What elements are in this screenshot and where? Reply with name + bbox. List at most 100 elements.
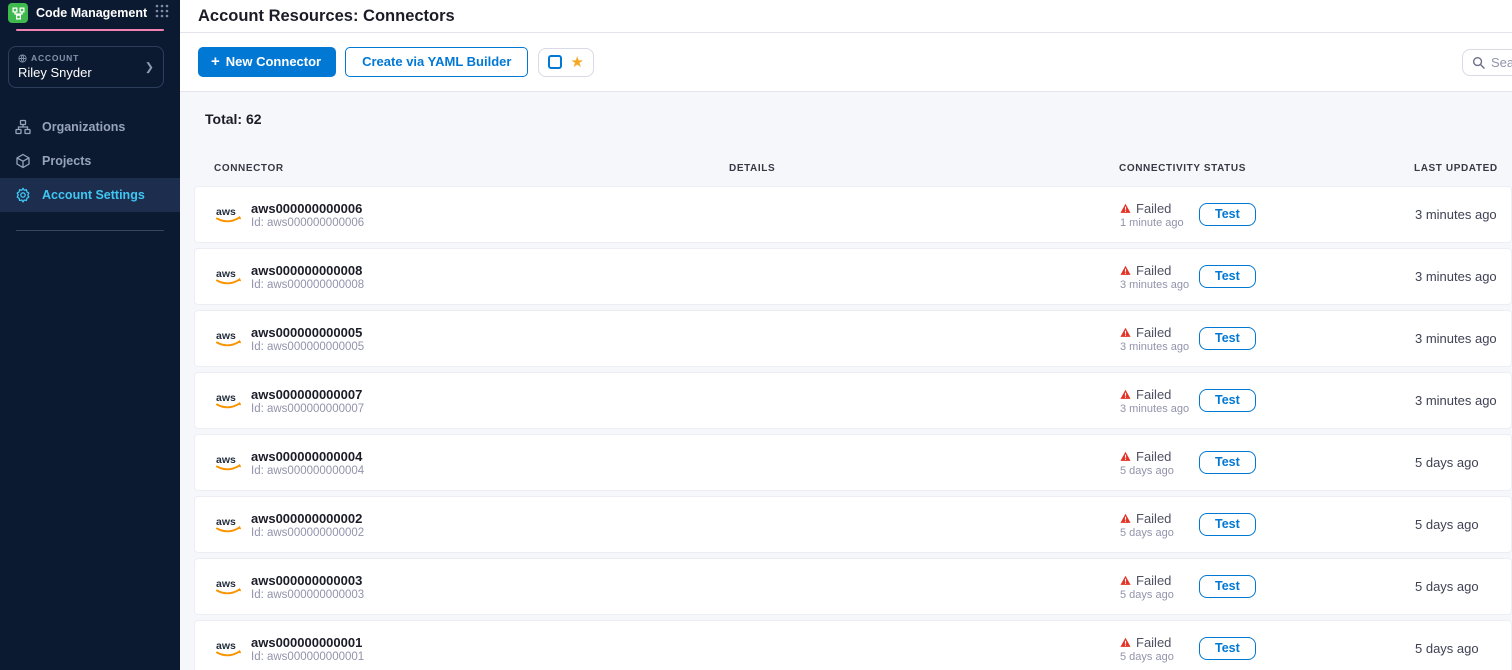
page-title: Account Resources: Connectors xyxy=(198,7,455,26)
total-count: Total: 62 xyxy=(205,111,1512,127)
table-row[interactable]: aws aws000000000003 Id: aws000000000003 … xyxy=(194,558,1512,615)
last-updated-text: 3 minutes ago xyxy=(1415,269,1511,284)
status-text: Failed xyxy=(1136,387,1171,402)
sidebar-item-label: Account Settings xyxy=(42,188,145,202)
test-connection-button[interactable]: Test xyxy=(1199,451,1256,474)
search-input[interactable] xyxy=(1491,55,1512,70)
table-row[interactable]: aws aws000000000005 Id: aws000000000005 … xyxy=(194,310,1512,367)
sidebar-item-label: Organizations xyxy=(42,120,125,134)
table-row[interactable]: aws aws000000000004 Id: aws000000000004 … xyxy=(194,434,1512,491)
last-updated-text: 5 days ago xyxy=(1415,455,1511,470)
connector-id: Id: aws000000000008 xyxy=(251,279,364,291)
connector-text: aws000000000007 Id: aws000000000007 xyxy=(251,387,364,415)
table-row[interactable]: aws aws000000000001 Id: aws000000000001 … xyxy=(194,620,1512,670)
status-time: 3 minutes ago xyxy=(1120,279,1199,291)
connector-name: aws000000000006 xyxy=(251,201,364,216)
account-name: Riley Snyder xyxy=(18,65,154,80)
globe-icon xyxy=(18,54,27,63)
test-connection-button[interactable]: Test xyxy=(1199,265,1256,288)
sidebar-item-projects[interactable]: Projects xyxy=(0,144,180,178)
test-connection-button[interactable]: Test xyxy=(1199,327,1256,350)
connector-cell: aws aws000000000002 Id: aws000000000002 xyxy=(195,511,730,539)
connectivity-status-cell: Failed 5 days ago Test xyxy=(1120,511,1415,539)
status-stack: Failed 5 days ago xyxy=(1120,511,1199,539)
table-row[interactable]: aws aws000000000006 Id: aws000000000006 … xyxy=(194,186,1512,243)
failed-warning-icon xyxy=(1120,265,1131,276)
sidebar-item-account-settings[interactable]: Account Settings xyxy=(0,178,180,212)
last-updated-text: 5 days ago xyxy=(1415,579,1511,594)
failed-warning-icon xyxy=(1120,451,1131,462)
aws-logo-icon: aws xyxy=(215,639,242,659)
svg-text:aws: aws xyxy=(216,516,236,528)
last-updated-text: 3 minutes ago xyxy=(1415,393,1511,408)
status-stack: Failed 3 minutes ago xyxy=(1120,325,1199,353)
status-time: 5 days ago xyxy=(1120,651,1199,663)
star-icon[interactable]: ★ xyxy=(570,55,583,70)
connector-name: aws000000000004 xyxy=(251,449,364,464)
last-updated-text: 5 days ago xyxy=(1415,517,1511,532)
table-row[interactable]: aws aws000000000008 Id: aws000000000008 … xyxy=(194,248,1512,305)
aws-logo-icon: aws xyxy=(215,329,242,349)
connectivity-status-cell: Failed 1 minute ago Test xyxy=(1120,201,1415,229)
connector-text: aws000000000005 Id: aws000000000005 xyxy=(251,325,364,353)
test-connection-button[interactable]: Test xyxy=(1199,575,1256,598)
table-row[interactable]: aws aws000000000007 Id: aws000000000007 … xyxy=(194,372,1512,429)
status-line: Failed xyxy=(1120,263,1199,278)
account-scope-selector[interactable]: ACCOUNT Riley Snyder ❯ xyxy=(8,46,164,88)
aws-logo-icon: aws xyxy=(215,267,242,287)
status-text: Failed xyxy=(1136,511,1171,526)
column-header-connectivity-status: CONNECTIVITY STATUS xyxy=(1119,163,1414,174)
table-row[interactable]: aws aws000000000002 Id: aws000000000002 … xyxy=(194,496,1512,553)
status-line: Failed xyxy=(1120,449,1199,464)
svg-text:aws: aws xyxy=(216,640,236,652)
status-line: Failed xyxy=(1120,387,1199,402)
last-updated-text: 3 minutes ago xyxy=(1415,207,1511,222)
search-box xyxy=(1462,49,1512,76)
connector-text: aws000000000004 Id: aws000000000004 xyxy=(251,449,364,477)
status-time: 5 days ago xyxy=(1120,465,1199,477)
connector-id: Id: aws000000000005 xyxy=(251,341,364,353)
connector-id: Id: aws000000000001 xyxy=(251,651,364,663)
connector-cell: aws aws000000000007 Id: aws000000000007 xyxy=(195,387,730,415)
app-switcher-icon[interactable] xyxy=(155,4,169,23)
test-connection-button[interactable]: Test xyxy=(1199,389,1256,412)
sidebar-item-label: Projects xyxy=(42,154,91,168)
failed-warning-icon xyxy=(1120,637,1131,648)
create-yaml-builder-button[interactable]: Create via YAML Builder xyxy=(345,47,528,77)
code-management-logo-icon[interactable] xyxy=(8,3,28,23)
connector-cell: aws aws000000000001 Id: aws000000000001 xyxy=(195,635,730,663)
status-text: Failed xyxy=(1136,573,1171,588)
last-updated-text: 3 minutes ago xyxy=(1415,331,1511,346)
connectivity-status-cell: Failed 5 days ago Test xyxy=(1120,449,1415,477)
gear-icon xyxy=(14,187,32,203)
svg-text:aws: aws xyxy=(216,454,236,466)
organizations-icon xyxy=(14,119,32,135)
connector-name: aws000000000001 xyxy=(251,635,364,650)
aws-logo-icon: aws xyxy=(215,391,242,411)
sidebar-item-organizations[interactable]: Organizations xyxy=(0,110,180,144)
status-stack: Failed 5 days ago xyxy=(1120,635,1199,663)
connector-id: Id: aws000000000007 xyxy=(251,403,364,415)
status-line: Failed xyxy=(1120,573,1199,588)
aws-logo-icon: aws xyxy=(215,453,242,473)
connector-id: Id: aws000000000004 xyxy=(251,465,364,477)
connectivity-status-cell: Failed 5 days ago Test xyxy=(1120,635,1415,663)
total-label: Total: xyxy=(205,111,242,127)
connector-cell: aws aws000000000005 Id: aws000000000005 xyxy=(195,325,730,353)
aws-logo-icon: aws xyxy=(215,205,242,225)
connector-name: aws000000000005 xyxy=(251,325,364,340)
connector-id: Id: aws000000000006 xyxy=(251,217,364,229)
test-connection-button[interactable]: Test xyxy=(1199,513,1256,536)
favorites-filter-group: ★ xyxy=(538,48,593,77)
column-header-details: DETAILS xyxy=(729,163,1119,174)
test-connection-button[interactable]: Test xyxy=(1199,203,1256,226)
projects-icon xyxy=(14,153,32,169)
favorites-checkbox[interactable] xyxy=(548,55,562,69)
column-header-connector: CONNECTOR xyxy=(194,163,729,174)
test-connection-button[interactable]: Test xyxy=(1199,637,1256,660)
new-connector-button[interactable]: + New Connector xyxy=(198,47,336,77)
page-header: Account Resources: Connectors xyxy=(180,0,1512,33)
status-time: 1 minute ago xyxy=(1120,217,1199,229)
main-area: Account Resources: Connectors + New Conn… xyxy=(180,0,1512,670)
svg-text:aws: aws xyxy=(216,268,236,280)
